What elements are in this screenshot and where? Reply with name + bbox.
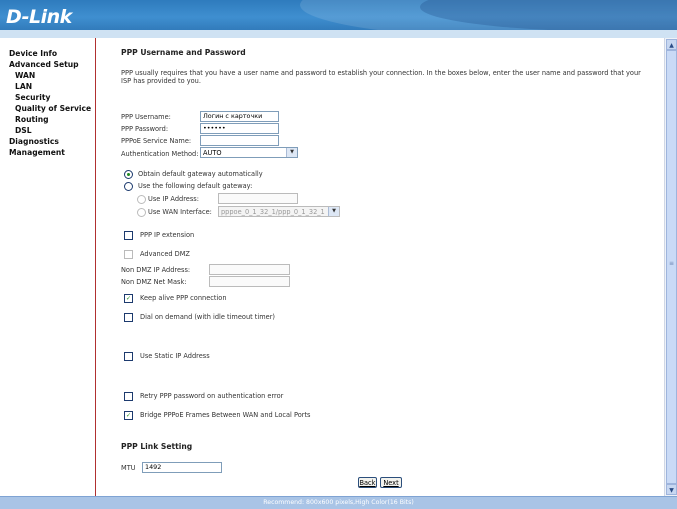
use-wan-label: Use WAN Interface:: [148, 208, 212, 216]
non-dmz-mask-input[interactable]: [209, 276, 290, 287]
retry-password-label: Retry PPP password on authentication err…: [140, 392, 284, 400]
back-button[interactable]: Back: [358, 477, 377, 488]
gateway-ip-input[interactable]: [218, 193, 298, 204]
scrollbar-thumb[interactable]: ≡: [666, 50, 677, 484]
gateway-manual-radio[interactable]: [124, 182, 133, 191]
wan-interface-value: pppoe_0_1_32_1/ppp_0_1_32_1: [221, 208, 325, 216]
username-input[interactable]: Логин с карточки: [200, 111, 279, 122]
sidebar-nav: Device Info Advanced Setup WAN LAN Secur…: [0, 38, 96, 496]
scroll-up-icon[interactable]: ▲: [666, 39, 677, 50]
sidebar-item-lan[interactable]: LAN: [15, 82, 32, 91]
static-ip-label: Use Static IP Address: [140, 352, 210, 360]
chevron-down-icon: ▼: [286, 148, 297, 157]
sidebar-item-wan[interactable]: WAN: [15, 71, 35, 80]
advanced-dmz-label: Advanced DMZ: [140, 250, 190, 258]
sidebar-item-qos[interactable]: Quality of Service: [15, 104, 91, 113]
mtu-input[interactable]: 1492: [142, 462, 222, 473]
auth-method-label: Authentication Method:: [121, 150, 199, 158]
bridge-pppoe-label: Bridge PPPoE Frames Between WAN and Loca…: [140, 411, 311, 419]
keep-alive-label: Keep alive PPP connection: [140, 294, 227, 302]
service-name-label: PPPoE Service Name:: [121, 137, 192, 145]
non-dmz-mask-label: Non DMZ Net Mask:: [121, 278, 187, 286]
dlink-logo: D-Link: [6, 6, 72, 28]
username-label: PPP Username:: [121, 113, 171, 121]
auth-method-select[interactable]: AUTO ▼: [200, 147, 298, 158]
use-ip-radio[interactable]: [137, 195, 146, 204]
service-name-input[interactable]: [200, 135, 279, 146]
ppp-ip-extension-label: PPP IP extension: [140, 231, 195, 239]
use-wan-radio[interactable]: [137, 208, 146, 217]
header-banner: D-Link: [0, 0, 677, 38]
grip-icon: ≡: [669, 260, 675, 267]
bridge-pppoe-checkbox[interactable]: ✓: [124, 411, 133, 420]
gateway-auto-radio[interactable]: [124, 170, 133, 179]
link-setting-title: PPP Link Setting: [121, 442, 193, 451]
page-title: PPP Username and Password: [121, 48, 246, 57]
sidebar-item-routing[interactable]: Routing: [15, 115, 49, 124]
dial-on-demand-label: Dial on demand (with idle timeout timer): [140, 313, 275, 321]
retry-password-checkbox[interactable]: [124, 392, 133, 401]
main-content: PPP Username and Password PPP usually re…: [96, 38, 664, 496]
sidebar-item-device-info[interactable]: Device Info: [9, 49, 57, 58]
sidebar-item-management[interactable]: Management: [9, 148, 65, 157]
sidebar-item-diagnostics[interactable]: Diagnostics: [9, 137, 59, 146]
wan-interface-select[interactable]: pppoe_0_1_32_1/ppp_0_1_32_1 ▼: [218, 206, 340, 217]
sidebar-item-dsl[interactable]: DSL: [15, 126, 32, 135]
non-dmz-ip-label: Non DMZ IP Address:: [121, 266, 191, 274]
mtu-label: MTU: [121, 464, 136, 472]
dial-on-demand-checkbox[interactable]: [124, 313, 133, 322]
use-ip-label: Use IP Address:: [148, 195, 199, 203]
keep-alive-checkbox[interactable]: ✓: [124, 294, 133, 303]
advanced-dmz-checkbox[interactable]: [124, 250, 133, 259]
gateway-auto-label: Obtain default gateway automatically: [138, 170, 263, 178]
chevron-down-icon: ▼: [328, 207, 339, 216]
vertical-scrollbar[interactable]: ▲ ≡ ▼: [664, 38, 677, 496]
password-input[interactable]: ••••••: [200, 123, 279, 134]
page-description: PPP usually requires that you have a use…: [121, 69, 641, 85]
sidebar-item-advanced-setup[interactable]: Advanced Setup: [9, 60, 79, 69]
sidebar-item-security[interactable]: Security: [15, 93, 50, 102]
static-ip-checkbox[interactable]: [124, 352, 133, 361]
footer-recommend: Recommend: 800x600 pixels,High Color(16 …: [0, 496, 677, 509]
header-stripe: [0, 30, 677, 38]
radio-dot: [127, 173, 130, 176]
next-button[interactable]: Next: [380, 477, 402, 488]
checkmark-icon: ✓: [125, 412, 132, 419]
password-label: PPP Password:: [121, 125, 169, 133]
scroll-down-icon[interactable]: ▼: [666, 484, 677, 495]
ppp-ip-extension-checkbox[interactable]: [124, 231, 133, 240]
gateway-manual-label: Use the following default gateway:: [138, 182, 253, 190]
auth-method-value: AUTO: [203, 149, 222, 157]
non-dmz-ip-input[interactable]: [209, 264, 290, 275]
checkmark-icon: ✓: [125, 295, 132, 302]
